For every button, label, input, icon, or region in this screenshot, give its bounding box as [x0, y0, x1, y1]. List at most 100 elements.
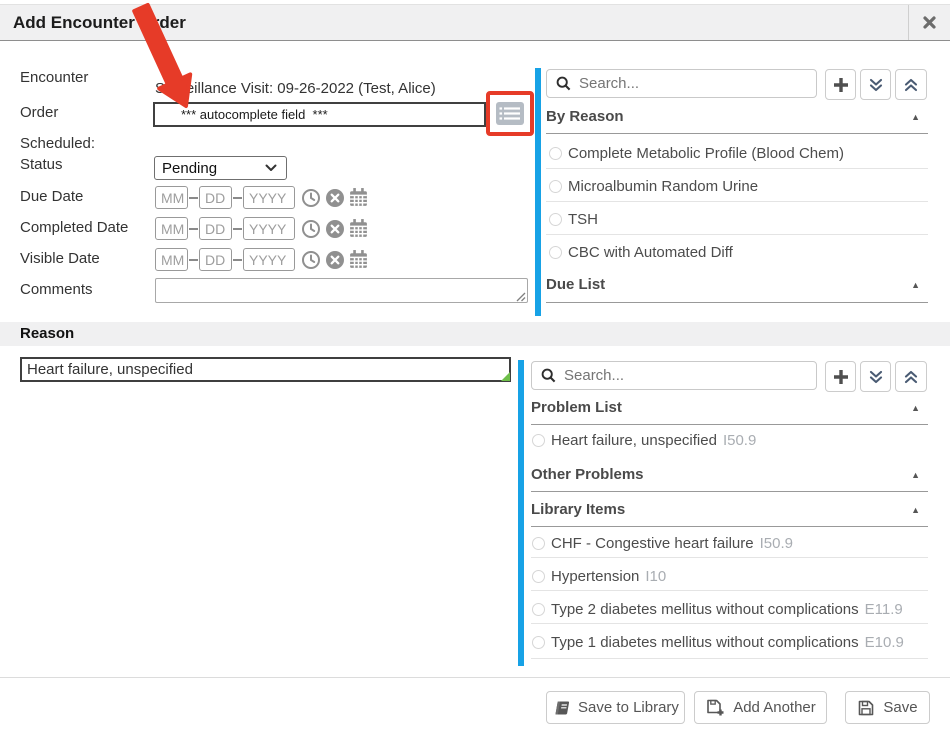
completed-date-calendar-button[interactable] — [348, 218, 369, 239]
item-separator — [531, 590, 928, 591]
reason-input[interactable] — [20, 357, 511, 382]
visible-date-month-input[interactable] — [155, 248, 188, 271]
item-separator — [531, 658, 928, 659]
reason-collapse-all-button[interactable] — [895, 361, 927, 392]
item-separator — [531, 557, 928, 558]
radio-button[interactable] — [549, 213, 562, 226]
collapse-caret-icon: ▲ — [911, 471, 920, 480]
due-date-year-input[interactable] — [243, 186, 295, 209]
due-date-time-button[interactable] — [301, 188, 321, 208]
visible-date-label: Visible Date — [20, 250, 100, 267]
completed-date-time-button[interactable] — [301, 219, 321, 239]
problem-list-row[interactable]: Heart failure, unspecified I50.9 — [532, 432, 756, 449]
save-to-library-button[interactable]: Save to Library — [546, 691, 685, 724]
reason-search-input[interactable] — [564, 367, 784, 384]
visible-date-year-input[interactable] — [243, 248, 295, 271]
encounter-label: Encounter — [20, 69, 88, 86]
due-date-month-input[interactable] — [155, 186, 188, 209]
add-another-button[interactable]: Add Another — [694, 691, 827, 724]
section-header-library-items[interactable]: Library Items ▲ — [531, 501, 928, 519]
order-option-label: CBC with Automated Diff — [568, 244, 733, 261]
visible-date-clear-button[interactable] — [325, 250, 345, 270]
radio-button[interactable] — [532, 434, 545, 447]
comments-label: Comments — [20, 281, 93, 298]
radio-button[interactable] — [532, 603, 545, 616]
save-button[interactable]: Save — [845, 691, 930, 724]
order-expand-all-button[interactable] — [860, 69, 891, 100]
reason-expand-all-button[interactable] — [860, 361, 891, 392]
date-separator — [189, 228, 198, 230]
order-panel-accent-bar — [535, 68, 541, 316]
double-chevron-up-icon — [903, 369, 919, 385]
radio-button[interactable] — [532, 636, 545, 649]
library-item-row[interactable]: Type 1 diabetes mellitus without complic… — [532, 634, 904, 651]
section-header-other-problems[interactable]: Other Problems ▲ — [531, 466, 928, 484]
cancel-circle-icon — [325, 188, 345, 208]
order-option-label: Microalbumin Random Urine — [568, 178, 758, 195]
section-title: Problem List — [531, 399, 622, 416]
radio-button[interactable] — [549, 246, 562, 259]
order-option-row[interactable]: Microalbumin Random Urine — [549, 178, 758, 195]
due-date-calendar-button[interactable] — [348, 187, 369, 208]
section-header-due-list[interactable]: Due List ▲ — [546, 276, 928, 294]
search-icon — [556, 76, 571, 91]
section-title: Due List — [546, 276, 605, 293]
icd-code: I50.9 — [723, 432, 756, 449]
radio-button[interactable] — [532, 570, 545, 583]
close-icon — [923, 16, 936, 29]
order-option-row[interactable]: CBC with Automated Diff — [549, 244, 733, 261]
order-option-label: TSH — [568, 211, 598, 228]
section-header-by-reason[interactable]: By Reason ▲ — [546, 108, 928, 126]
order-search-box — [546, 69, 817, 98]
library-item-row[interactable]: Hypertension I10 — [532, 568, 666, 585]
order-option-row[interactable]: TSH — [549, 211, 598, 228]
library-item-row[interactable]: CHF - Congestive heart failure I50.9 — [532, 535, 793, 552]
visible-date-day-input[interactable] — [199, 248, 232, 271]
library-item-row[interactable]: Type 2 diabetes mellitus without complic… — [532, 601, 903, 618]
order-option-label: Complete Metabolic Profile (Blood Chem) — [568, 145, 844, 162]
collapse-caret-icon: ▲ — [911, 404, 920, 413]
order-search-input[interactable] — [579, 75, 787, 92]
save-label: Save — [883, 699, 917, 716]
date-separator — [189, 197, 198, 199]
close-button[interactable] — [909, 5, 950, 40]
double-chevron-down-icon — [868, 77, 884, 93]
completed-date-month-input[interactable] — [155, 217, 188, 240]
order-collapse-all-button[interactable] — [895, 69, 927, 100]
completed-date-year-input[interactable] — [243, 217, 295, 240]
section-divider — [531, 424, 928, 425]
comments-textarea[interactable] — [155, 278, 528, 303]
scheduled-label: Scheduled: — [20, 135, 95, 152]
due-date-day-input[interactable] — [199, 186, 232, 209]
due-date-clear-button[interactable] — [325, 188, 345, 208]
completed-date-day-input[interactable] — [199, 217, 232, 240]
reason-add-button[interactable] — [825, 361, 856, 392]
section-divider — [546, 133, 928, 134]
page-title: Add Encounter Order — [13, 13, 186, 33]
radio-button[interactable] — [549, 147, 562, 160]
library-item-label: Hypertension — [551, 568, 639, 585]
save-icon — [857, 699, 875, 717]
status-select[interactable]: Pending — [154, 156, 287, 180]
library-item-label: CHF - Congestive heart failure — [551, 535, 754, 552]
collapse-caret-icon: ▲ — [911, 113, 920, 122]
section-header-problem-list[interactable]: Problem List ▲ — [531, 399, 928, 417]
order-option-row[interactable]: Complete Metabolic Profile (Blood Chem) — [549, 145, 844, 162]
clock-icon — [301, 250, 321, 270]
icd-code: I50.9 — [760, 535, 793, 552]
double-chevron-up-icon — [903, 77, 919, 93]
annotation-highlight-box — [486, 91, 534, 136]
radio-button[interactable] — [532, 537, 545, 550]
add-another-label: Add Another — [733, 699, 816, 716]
item-separator — [546, 234, 928, 235]
library-item-label: Type 2 diabetes mellitus without complic… — [551, 601, 859, 618]
visible-date-calendar-button[interactable] — [348, 249, 369, 270]
cancel-circle-icon — [325, 219, 345, 239]
order-add-button[interactable] — [825, 69, 856, 100]
completed-date-clear-button[interactable] — [325, 219, 345, 239]
visible-date-time-button[interactable] — [301, 250, 321, 270]
radio-button[interactable] — [549, 180, 562, 193]
order-autocomplete-input[interactable] — [153, 102, 486, 127]
date-separator — [233, 259, 242, 261]
due-date-label: Due Date — [20, 188, 83, 205]
